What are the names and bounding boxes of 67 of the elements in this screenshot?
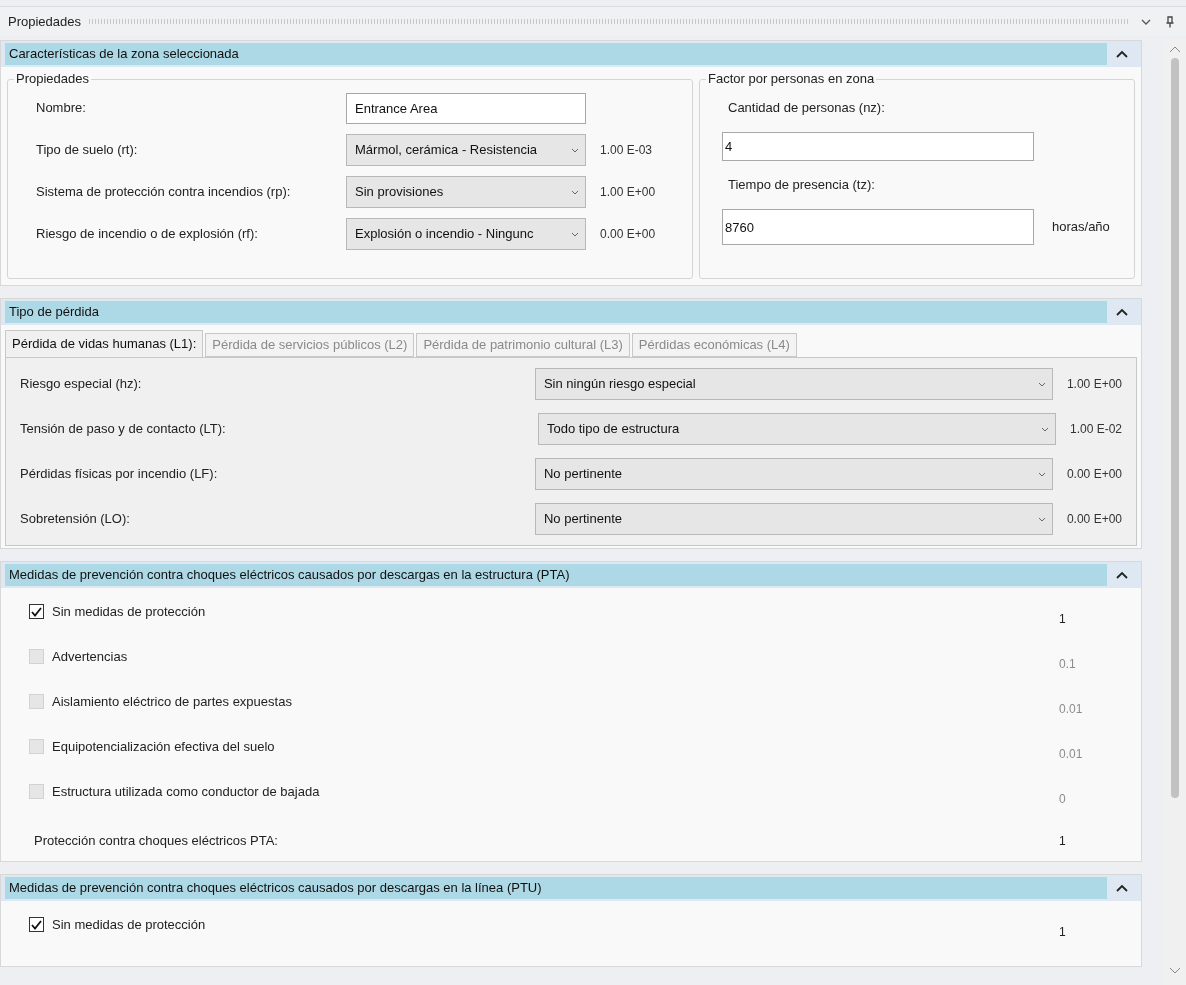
- factor-value: 0.00 E+00: [1066, 466, 1122, 483]
- factor-value: 1.00 E+00: [600, 184, 656, 201]
- chevron-down-icon: [1040, 426, 1049, 432]
- tab[interactable]: Pérdida de vidas humanas (L1):: [5, 330, 204, 357]
- field-label: Sistema de protección contra incendios (rp):: [36, 183, 292, 202]
- section-header: Medidas de prevención contra choques eléctricos causados por descargas en la línea (PTU): [5, 877, 1107, 899]
- checkbox-label: Aislamiento eléctrico de partes expuestas: [52, 693, 293, 711]
- factor-value: 1.00 E+00: [1066, 376, 1122, 393]
- dropdown[interactable]: Mármol, cerámica - Resistencia: [346, 134, 586, 166]
- factor-value: 0.01: [1059, 746, 1084, 763]
- field-label: Nombre:: [36, 99, 87, 118]
- unit-label: horas/año: [1052, 218, 1110, 237]
- factor-value: 1: [1059, 924, 1067, 941]
- chevron-down-icon: [571, 147, 579, 153]
- summary-value: 1: [1059, 833, 1067, 850]
- input-field[interactable]: 4: [722, 132, 1034, 161]
- dropdown[interactable]: Explosión o incendio - Ningunc: [346, 218, 586, 250]
- input-field[interactable]: Entrance Area: [346, 92, 586, 124]
- field-label: Riesgo especial (hz):: [20, 375, 143, 394]
- checkbox-label: Sin medidas de protección: [52, 916, 207, 934]
- dropdown[interactable]: Sin provisiones: [346, 176, 586, 208]
- group-legend: Propiedades: [14, 71, 91, 87]
- section-header: Medidas de prevención contra choques eléctricos causados por descargas en la estructura (PTA): [5, 564, 1107, 586]
- checkbox[interactable]: [29, 604, 44, 619]
- factor-value: 0: [1059, 791, 1067, 808]
- checkbox-label: Equipotencialización efectiva del suelo: [52, 738, 276, 756]
- checkbox-label: Estructura utilizada como conductor de bajada: [52, 783, 321, 801]
- summary-label: Protección contra choques eléctricos PTA:: [34, 832, 279, 851]
- field-label: Pérdidas físicas por incendio (LF):: [20, 465, 219, 484]
- chevron-down-icon: [1037, 381, 1046, 387]
- checkbox[interactable]: [29, 917, 44, 932]
- chevron-up-icon: [1116, 571, 1128, 579]
- factor-value: 0.00 E+00: [600, 226, 656, 243]
- input-field[interactable]: 8760: [722, 209, 1034, 245]
- factor-value: 1.00 E-02: [1069, 421, 1122, 438]
- chevron-down-icon: [1037, 471, 1046, 477]
- factor-value: 1.00 E-03: [600, 142, 653, 159]
- chevron-down-icon: [571, 189, 579, 195]
- field-label: Tensión de paso y de contacto (LT):: [20, 420, 227, 439]
- pin-icon: [1166, 15, 1174, 28]
- dropdown[interactable]: Sin ningún riesgo especial: [534, 368, 1053, 400]
- chevron-up-icon: [1116, 884, 1128, 892]
- section-header: Características de la zona seleccionada: [5, 43, 1107, 65]
- field-label: Sobretensión (LO):: [20, 510, 131, 529]
- field-label: Riesgo de incendio o de explosión (rf):: [36, 225, 259, 244]
- panel-title: Propiedades: [8, 12, 81, 31]
- field-label: Cantidad de personas (nz):: [727, 99, 886, 117]
- chevron-up-icon: [1116, 50, 1128, 58]
- checkbox-label: Advertencias: [52, 648, 129, 666]
- factor-value: 0.00 E+00: [1066, 511, 1122, 528]
- dropdown[interactable]: No pertinente: [534, 458, 1053, 490]
- chevron-down-icon: [1037, 516, 1046, 522]
- dropdown[interactable]: Todo tipo de estructura: [537, 413, 1056, 445]
- section-header: Tipo de pérdida: [5, 301, 1107, 323]
- dropdown[interactable]: No pertinente: [534, 503, 1053, 535]
- checkbox-label: Sin medidas de protección: [52, 603, 207, 621]
- field-label: Tipo de suelo (rt):: [36, 141, 139, 160]
- chevron-down-icon: [1141, 18, 1151, 25]
- group-legend: Factor por personas en zona: [706, 71, 877, 87]
- chevron-up-icon: [1116, 308, 1128, 316]
- checkmark-icon: [31, 606, 42, 617]
- factor-value: 0.1: [1059, 656, 1077, 673]
- factor-value: 1: [1059, 611, 1067, 628]
- field-label: Tiempo de presencia (tz):: [727, 176, 876, 194]
- factor-value: 0.01: [1059, 701, 1084, 718]
- chevron-down-icon: [571, 231, 579, 237]
- checkmark-icon: [31, 919, 42, 930]
